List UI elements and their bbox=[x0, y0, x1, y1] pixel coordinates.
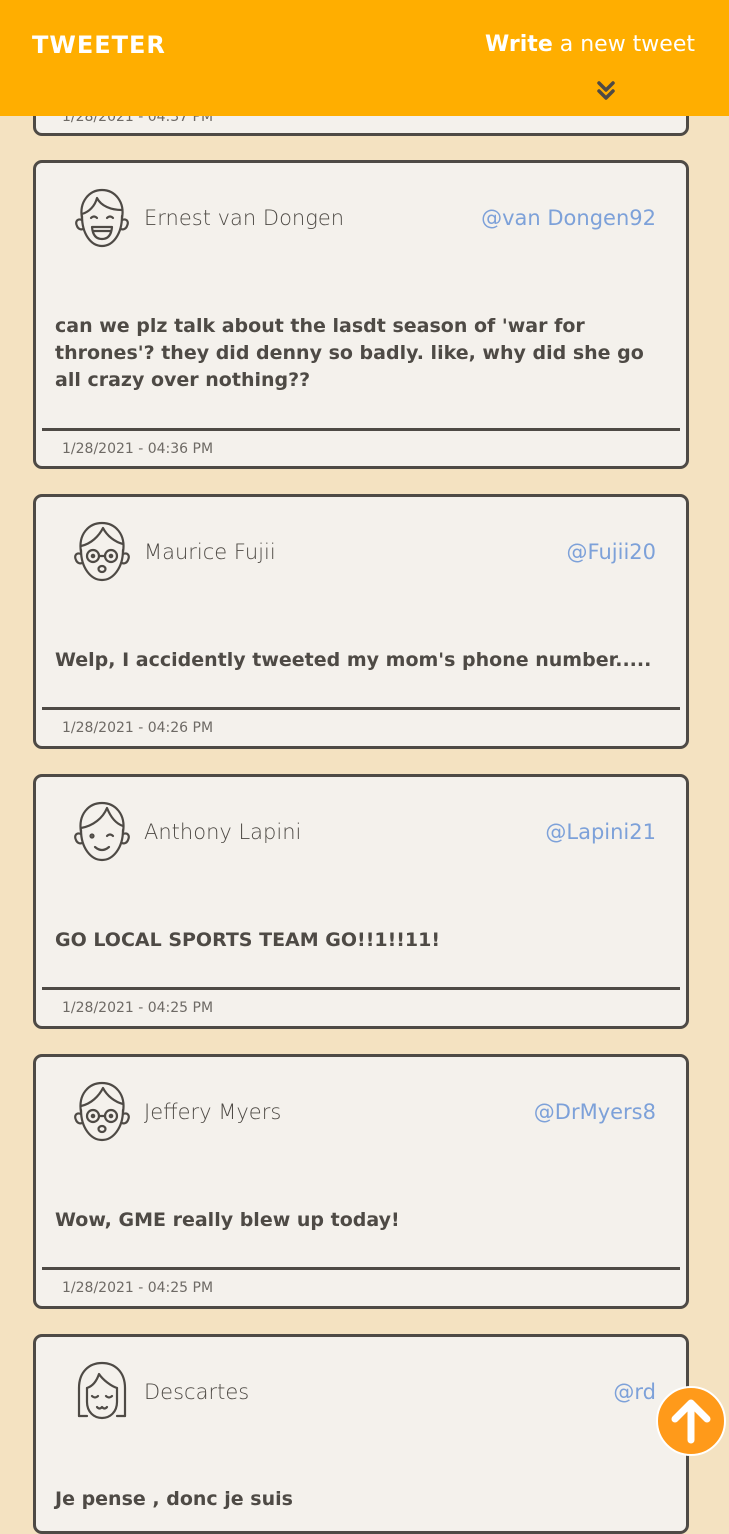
smiling-boy-avatar-icon bbox=[74, 801, 130, 862]
girl-bangs-avatar-icon bbox=[77, 1361, 127, 1420]
laughing-boy-avatar-icon bbox=[75, 188, 129, 248]
scroll-to-top-button[interactable] bbox=[656, 1386, 726, 1456]
tweet-divider bbox=[42, 1267, 680, 1270]
tweet-text: Je pense , donc je suis bbox=[55, 1488, 293, 1510]
top-navigation-bar: TWEETER Write a new tweet bbox=[0, 0, 729, 116]
tweet-text: Wow, GME really blew up today! bbox=[55, 1209, 400, 1231]
author-handle[interactable]: @DrMyers8 bbox=[534, 1100, 656, 1124]
tweet-card: Descartes @rd Je pense , donc je suis bbox=[33, 1334, 689, 1534]
tweet-text: GO LOCAL SPORTS TEAM GO!!1!!11! bbox=[55, 929, 441, 951]
tweet-divider bbox=[42, 987, 680, 990]
tweet-card: Maurice Fujii @Fujii20 Welp, I accidentl… bbox=[33, 494, 689, 749]
write-label-bold: Write bbox=[485, 32, 553, 57]
write-label-rest: a new tweet bbox=[552, 32, 695, 57]
tweet-card: Jeffery Myers @DrMyers8 Wow, GME really … bbox=[33, 1054, 689, 1309]
glasses-face-avatar-icon bbox=[74, 521, 130, 582]
author-name: Anthony Lapini bbox=[144, 820, 302, 844]
double-chevron-down-icon[interactable] bbox=[595, 79, 617, 103]
tweet-divider bbox=[42, 707, 680, 710]
tweet-timestamp: 1/28/2021 - 04:36 PM bbox=[62, 441, 214, 457]
arrow-up-icon bbox=[671, 1399, 711, 1444]
tweet-card: Anthony Lapini @Lapini21 GO LOCAL SPORTS… bbox=[33, 774, 689, 1029]
tweet-timestamp: 1/28/2021 - 04:25 PM bbox=[62, 1280, 214, 1296]
tweet-text: can we plz talk about the lasdt season o… bbox=[55, 315, 644, 391]
glasses-face-avatar-icon bbox=[74, 1081, 130, 1142]
write-new-tweet-link[interactable]: Write a new tweet bbox=[485, 32, 695, 57]
author-name: Jeffery Myers bbox=[144, 1100, 282, 1124]
author-name: Ernest van Dongen bbox=[144, 206, 345, 230]
tweet-timestamp: 1/28/2021 - 04:26 PM bbox=[62, 720, 214, 736]
author-handle[interactable]: @rd bbox=[613, 1380, 656, 1404]
author-name: Maurice Fujii bbox=[144, 540, 276, 564]
tweet-divider bbox=[42, 428, 680, 431]
brand-logo[interactable]: TWEETER bbox=[32, 31, 166, 59]
tweet-timestamp: 1/28/2021 - 04:25 PM bbox=[62, 1000, 214, 1016]
author-name: Descartes bbox=[144, 1380, 250, 1404]
author-handle[interactable]: @Fujii20 bbox=[567, 540, 656, 564]
author-handle[interactable]: @Lapini21 bbox=[545, 820, 656, 844]
tweet-text: Welp, I accidently tweeted my mom's phon… bbox=[55, 649, 652, 671]
author-handle[interactable]: @van Dongen92 bbox=[481, 206, 656, 230]
tweet-card: Ernest van Dongen @van Dongen92 can we p… bbox=[33, 160, 689, 469]
